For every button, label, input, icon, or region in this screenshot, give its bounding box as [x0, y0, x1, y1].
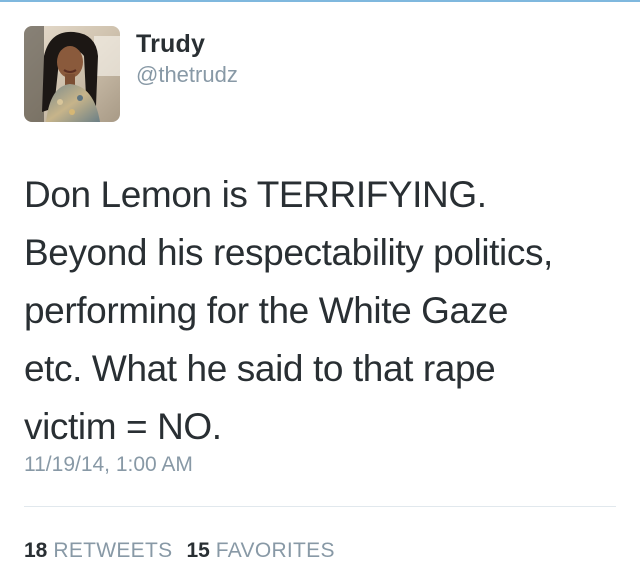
divider: [24, 506, 616, 507]
tweet-header: Trudy @thetrudz: [24, 26, 238, 122]
favorites-stat[interactable]: 15 FAVORITES: [186, 538, 334, 564]
author-names: Trudy @thetrudz: [136, 29, 238, 89]
avatar-image: [24, 26, 120, 122]
favorites-count: 15: [186, 539, 210, 562]
retweets-count: 18: [24, 539, 48, 562]
tweet-text: Don Lemon is TERRIFYING. Beyond his resp…: [24, 174, 553, 447]
avatar[interactable]: [24, 26, 120, 122]
top-rule: [0, 0, 640, 2]
tweet-timestamp: 11/19/14, 1:00 AM: [24, 453, 193, 476]
display-name[interactable]: Trudy: [136, 29, 238, 59]
favorites-label: FAVORITES: [215, 539, 335, 562]
retweets-stat[interactable]: 18 RETWEETS: [24, 538, 172, 564]
tweet-stats: 18 RETWEETS 15 FAVORITES: [24, 538, 349, 564]
retweets-label: RETWEETS: [53, 539, 173, 562]
user-handle[interactable]: @thetrudz: [136, 61, 238, 89]
